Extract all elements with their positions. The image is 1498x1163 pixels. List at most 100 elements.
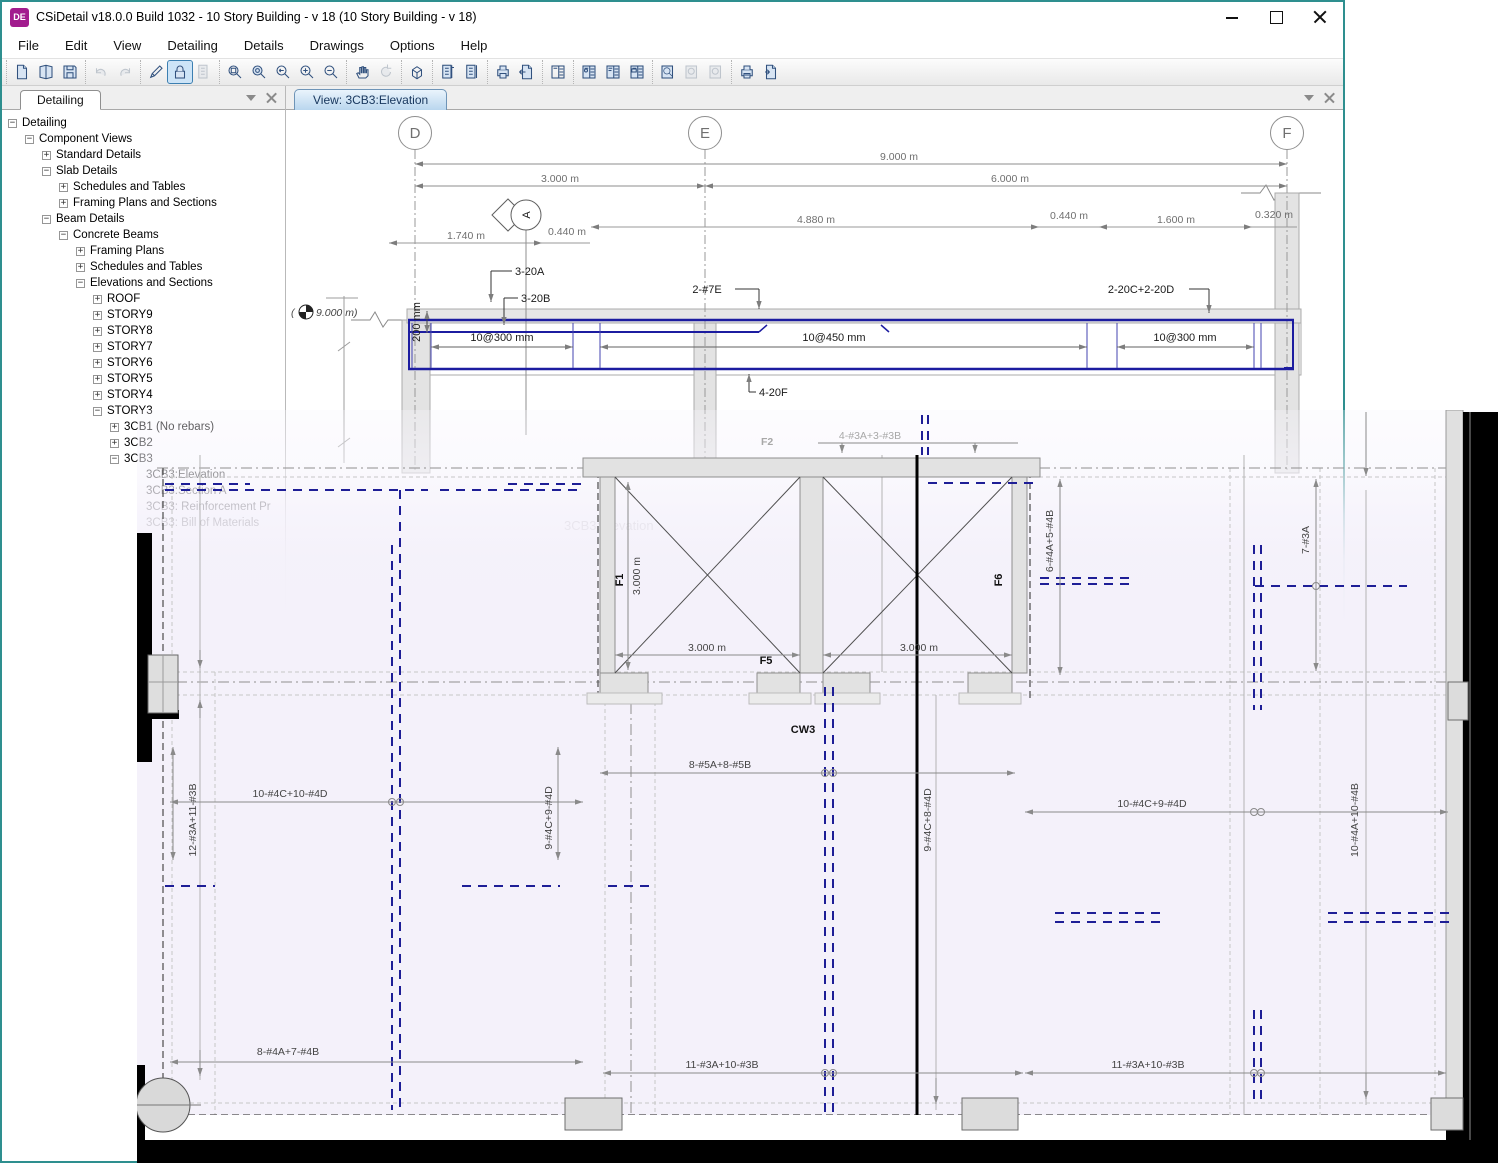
print-button[interactable] [491, 61, 515, 83]
tree-item-story8[interactable]: +STORY8 [2, 323, 285, 339]
dim-bay-left: 3.000 m [541, 173, 579, 185]
open-file-button[interactable] [34, 61, 58, 83]
lock-button[interactable] [168, 61, 192, 83]
menu-options[interactable]: Options [390, 38, 435, 53]
section-cut-button[interactable] [192, 61, 216, 83]
panel-menu-caret-icon[interactable] [246, 95, 256, 101]
toggle-icon[interactable]: + [76, 263, 85, 272]
minimize-icon[interactable] [1225, 10, 1239, 24]
toggle-icon[interactable]: − [42, 167, 51, 176]
toggle-icon[interactable]: + [59, 199, 68, 208]
tree-item-story4[interactable]: +STORY4 [2, 387, 285, 403]
undo-button[interactable] [89, 61, 113, 83]
close-icon[interactable] [1313, 10, 1327, 24]
zoom-out-button[interactable] [319, 61, 343, 83]
toggle-icon[interactable]: + [110, 423, 119, 432]
left-black-edge [137, 533, 152, 762]
tree-item-story7[interactable]: +STORY7 [2, 339, 285, 355]
search-next-button[interactable] [704, 61, 728, 83]
add-view-button[interactable] [577, 61, 601, 83]
export-drawing-button[interactable] [759, 61, 783, 83]
tree-label: Component Views [39, 133, 132, 145]
tree-item-story6[interactable]: +STORY6 [2, 355, 285, 371]
toggle-icon[interactable]: − [25, 135, 34, 144]
toggle-icon[interactable]: + [93, 375, 102, 384]
toggle-icon[interactable]: + [93, 359, 102, 368]
tree-item-slab-details[interactable]: −Slab Details [2, 163, 285, 179]
toggle-icon[interactable]: − [59, 231, 68, 240]
tree-item-framing-plans[interactable]: +Framing Plans [2, 243, 285, 259]
toggle-icon[interactable]: − [93, 407, 102, 416]
view-close-icon[interactable] [1324, 92, 1335, 103]
bottom-black-edge [137, 1140, 1498, 1163]
tree-item-elevations-sections[interactable]: −Elevations and Sections [2, 275, 285, 291]
plan-window[interactable]: F2 4-#3A+3-#3B F1 3.000 m 3.000 m 3.000 … [137, 410, 1498, 1163]
toggle-icon[interactable]: + [42, 151, 51, 160]
toggle-icon[interactable]: − [42, 215, 51, 224]
tree-item-detailing[interactable]: −Detailing [2, 115, 285, 131]
tree-item-story9[interactable]: +STORY9 [2, 307, 285, 323]
pan-hand-button[interactable] [350, 61, 374, 83]
tree-item-framing-plans-sections[interactable]: +Framing Plans and Sections [2, 195, 285, 211]
menu-edit[interactable]: Edit [65, 38, 87, 53]
toggle-icon[interactable]: − [76, 279, 85, 288]
dim-d4: 0.440 m [1050, 210, 1088, 222]
frame-view-button[interactable] [625, 61, 649, 83]
new-file-button[interactable] [10, 61, 34, 83]
tree-item-standard-details[interactable]: +Standard Details [2, 147, 285, 163]
tab-view-3cb3-elevation[interactable]: View: 3CB3:Elevation [294, 89, 447, 110]
tree-item-beam-details[interactable]: −Beam Details [2, 211, 285, 227]
print-drawing-button[interactable] [735, 61, 759, 83]
toggle-icon[interactable]: − [110, 455, 119, 464]
menu-help[interactable]: Help [461, 38, 488, 53]
tree-item-concrete-beams[interactable]: −Concrete Beams [2, 227, 285, 243]
toggle-icon[interactable]: − [8, 119, 17, 128]
toggle-icon[interactable]: + [93, 343, 102, 352]
tree-item-story5[interactable]: +STORY5 [2, 371, 285, 387]
menu-details[interactable]: Details [244, 38, 284, 53]
dim-right-of-shaft: 6-#4A+5-#4B [1044, 510, 1056, 572]
right-black-edge [1463, 412, 1498, 1163]
doc-previous-button[interactable] [436, 61, 460, 83]
toggle-icon[interactable]: + [76, 247, 85, 256]
panel-close-icon[interactable] [266, 92, 277, 103]
toggle-icon[interactable]: + [59, 183, 68, 192]
tree-item-component-views[interactable]: −Component Views [2, 131, 285, 147]
dim-depth: 200 mm [411, 302, 423, 342]
view-menu-caret-icon[interactable] [1304, 95, 1314, 101]
remove-view-button[interactable] [601, 61, 625, 83]
toggle-icon[interactable]: + [93, 391, 102, 400]
search-prev-button[interactable] [680, 61, 704, 83]
menu-view[interactable]: View [113, 38, 141, 53]
toggle-icon[interactable]: + [93, 327, 102, 336]
draw-pencil-button[interactable] [144, 61, 168, 83]
save-button[interactable] [58, 61, 82, 83]
tab-detailing[interactable]: Detailing [20, 90, 101, 110]
toggle-icon[interactable]: + [93, 311, 102, 320]
doc-next-button[interactable] [460, 61, 484, 83]
toggle-icon[interactable]: + [110, 439, 119, 448]
tree-item-schedules-tables[interactable]: +Schedules and Tables [2, 179, 285, 195]
toggle-icon[interactable]: + [93, 295, 102, 304]
level-value: 9.000 m) [316, 307, 357, 319]
report-list-button[interactable] [546, 61, 570, 83]
redo-button[interactable] [113, 61, 137, 83]
menu-detailing[interactable]: Detailing [167, 38, 218, 53]
callout-2-7e: 2-#7E [692, 284, 721, 296]
zoom-previous-button[interactable] [271, 61, 295, 83]
maximize-icon[interactable] [1269, 10, 1283, 24]
menu-file[interactable]: File [18, 38, 39, 53]
label-cw3: CW3 [791, 724, 815, 736]
zoom-in-button[interactable] [295, 61, 319, 83]
search-document-button[interactable] [656, 61, 680, 83]
dim-d2: 0.440 m [548, 226, 586, 238]
axes-3d-button[interactable] [405, 61, 429, 83]
page-setup-button[interactable] [515, 61, 539, 83]
dim-bottom-left: 8-#4A+7-#4B [257, 1046, 319, 1058]
menu-drawings[interactable]: Drawings [310, 38, 364, 53]
tree-item-roof[interactable]: +ROOF [2, 291, 285, 307]
zoom-fit-button[interactable] [247, 61, 271, 83]
tree-item-schedules-tables-2[interactable]: +Schedules and Tables [2, 259, 285, 275]
rotate-view-button[interactable] [374, 61, 398, 83]
zoom-window-button[interactable] [223, 61, 247, 83]
